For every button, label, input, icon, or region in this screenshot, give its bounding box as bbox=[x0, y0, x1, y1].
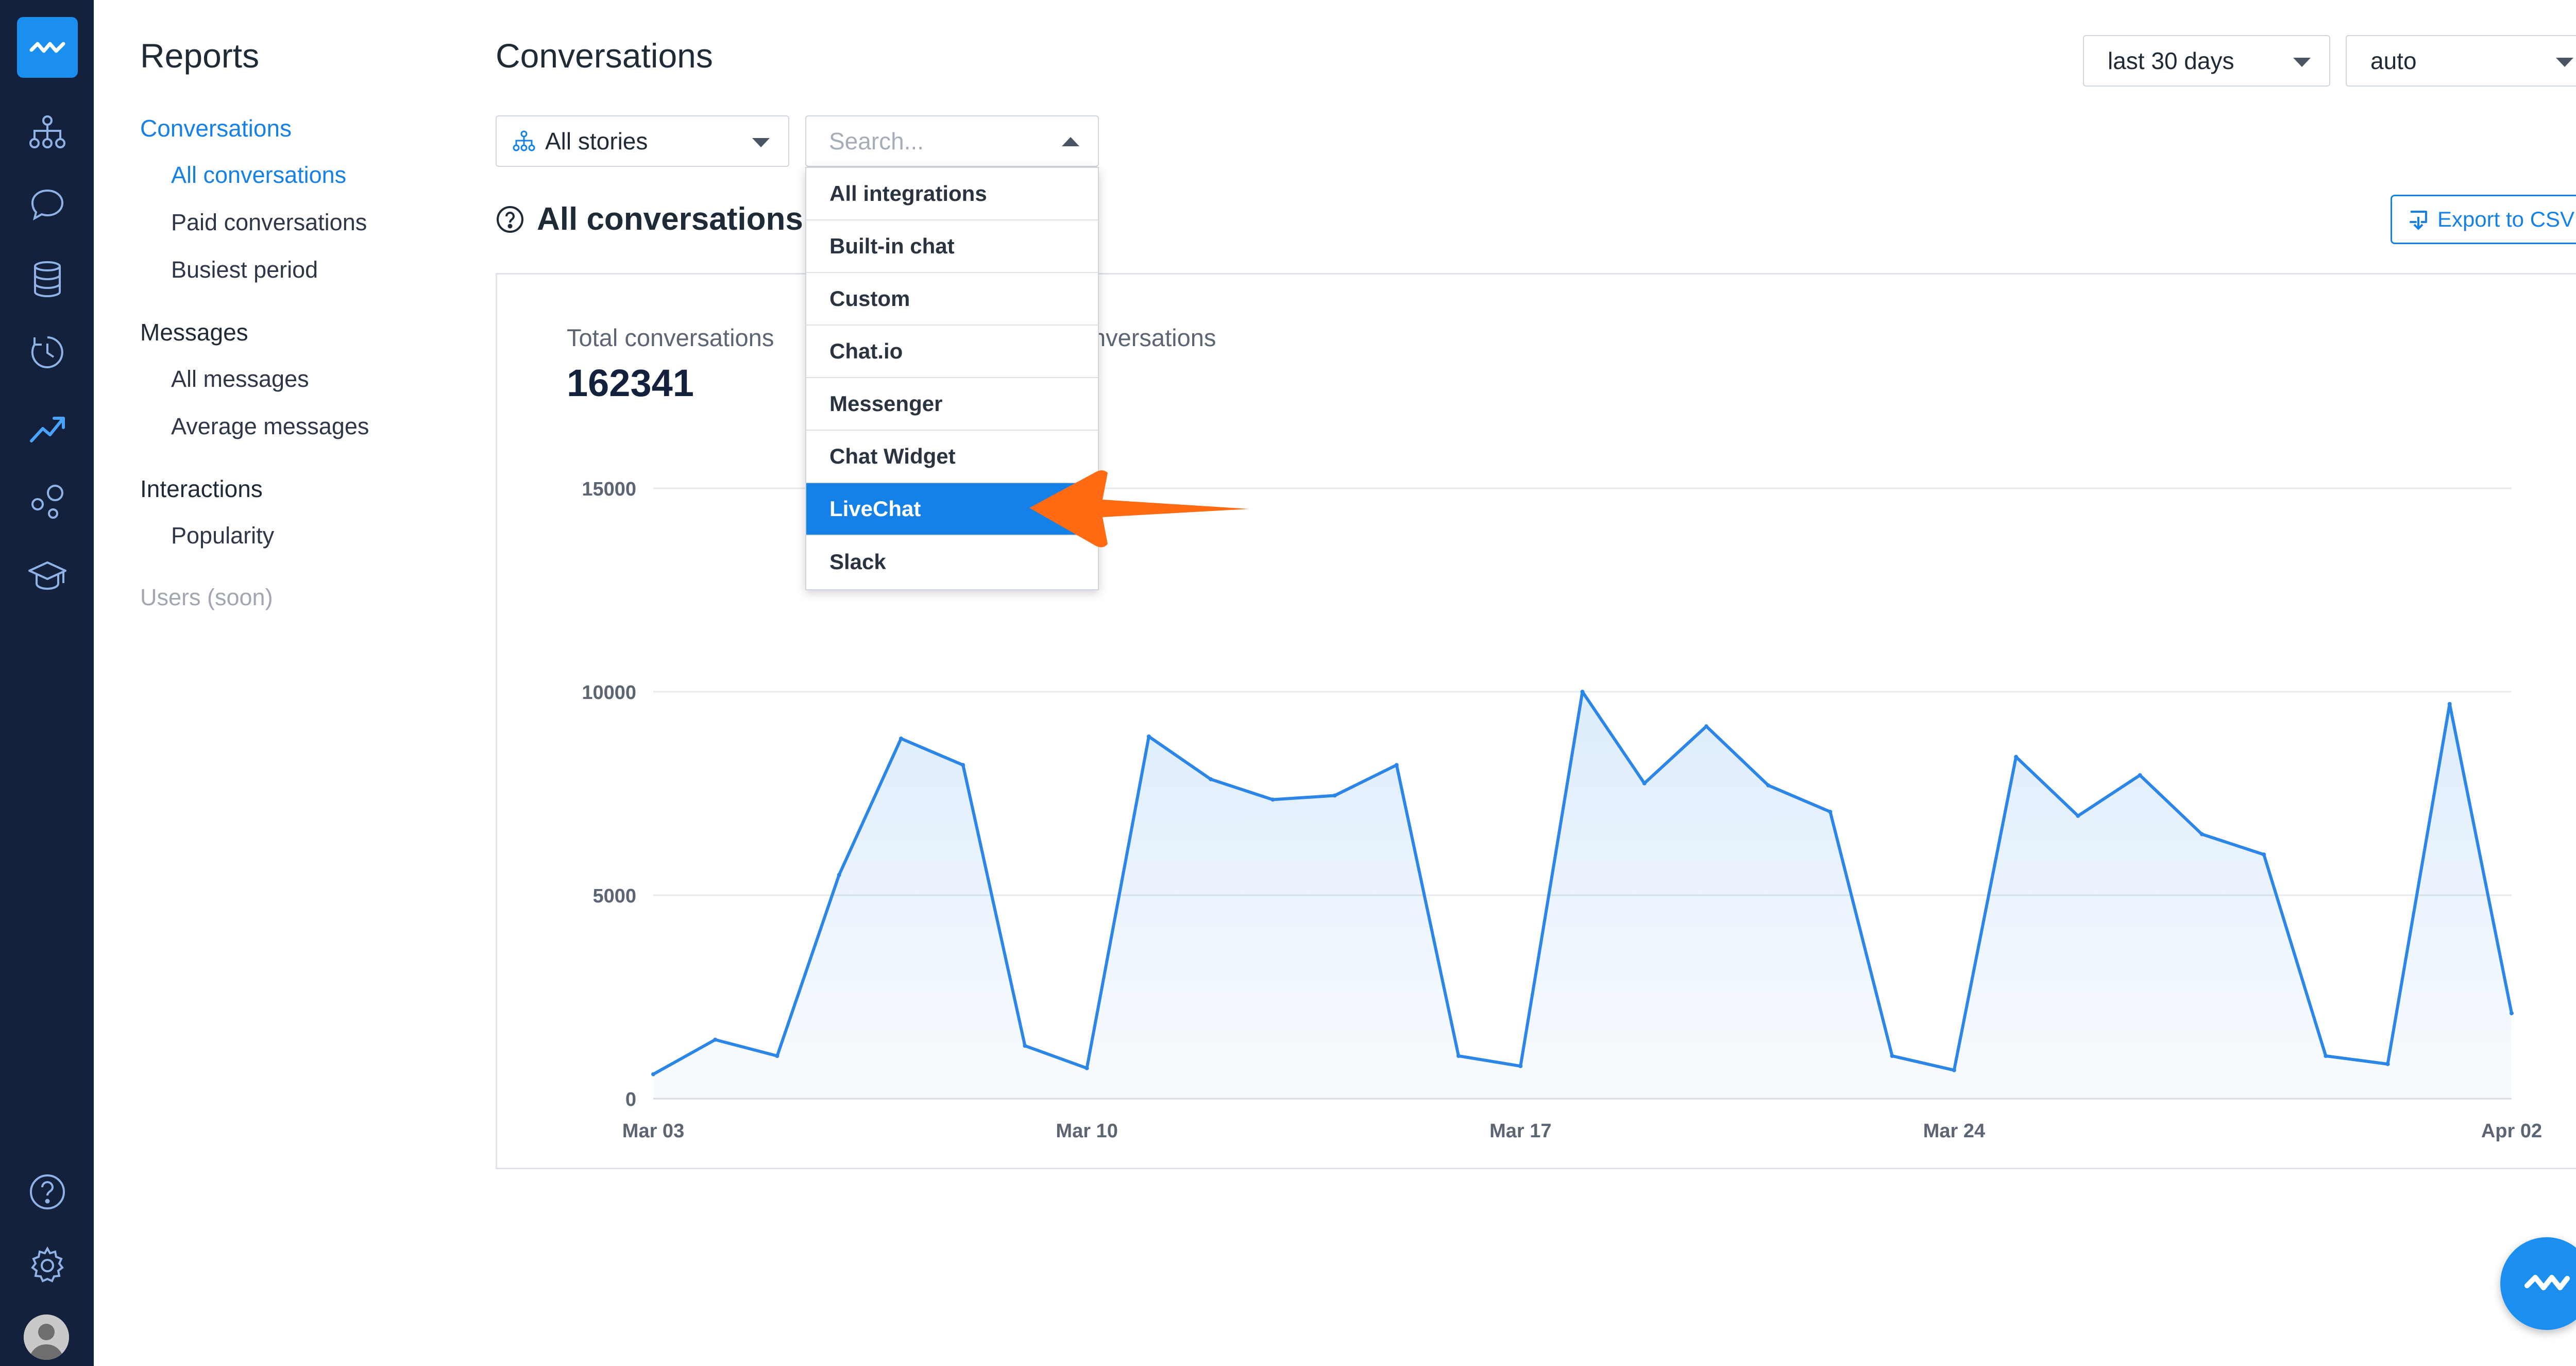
x-tick-label: Apr 02 bbox=[2481, 1120, 2542, 1142]
database-icon[interactable] bbox=[27, 259, 67, 299]
data-point bbox=[899, 736, 903, 741]
app-logo-icon[interactable] bbox=[17, 17, 78, 78]
settings-gear-icon[interactable] bbox=[27, 1245, 67, 1286]
page-title: Conversations bbox=[496, 37, 713, 75]
data-point bbox=[2447, 702, 2452, 706]
chat-wave-icon bbox=[2524, 1275, 2570, 1290]
icon-rail bbox=[0, 0, 94, 1366]
data-point bbox=[2385, 1062, 2390, 1066]
data-point bbox=[2014, 755, 2019, 759]
section-heading: All conversations bbox=[496, 201, 803, 237]
date-range-select[interactable]: last 30 days bbox=[2083, 35, 2330, 87]
sidebar-item-users-soon: Users (soon) bbox=[140, 584, 273, 610]
granularity-select[interactable]: auto bbox=[2346, 35, 2576, 87]
y-tick-label: 5000 bbox=[592, 885, 636, 907]
help-icon[interactable] bbox=[27, 1172, 67, 1212]
chevron-down-icon bbox=[2556, 58, 2573, 67]
chat-launcher-button[interactable] bbox=[2500, 1237, 2576, 1330]
date-range-value: last 30 days bbox=[2108, 47, 2234, 74]
x-tick-label: Mar 03 bbox=[622, 1120, 684, 1142]
data-point bbox=[1704, 724, 1708, 729]
y-tick-label: 15000 bbox=[582, 479, 636, 500]
dropdown-option-chat-io[interactable]: Chat.io bbox=[806, 326, 1098, 378]
x-tick-label: Mar 10 bbox=[1056, 1120, 1117, 1142]
data-point bbox=[2262, 852, 2266, 857]
data-point bbox=[2324, 1054, 2328, 1058]
sidebar-item-all-messages[interactable]: All messages bbox=[171, 366, 309, 392]
integration-search-select[interactable] bbox=[805, 115, 1099, 167]
x-tick-label: Mar 24 bbox=[1923, 1120, 1985, 1142]
integration-search-input[interactable] bbox=[828, 127, 1046, 156]
data-point bbox=[837, 873, 841, 877]
download-icon bbox=[2408, 209, 2429, 230]
data-point bbox=[1394, 763, 1399, 767]
sidebar-item-busiest-period[interactable]: Busiest period bbox=[171, 257, 318, 283]
data-point bbox=[1023, 1044, 1027, 1048]
data-point bbox=[2199, 832, 2204, 836]
dropdown-option-built-in-chat[interactable]: Built-in chat bbox=[806, 220, 1098, 273]
data-point bbox=[1456, 1054, 1461, 1058]
sidebar-item-average-messages[interactable]: Average messages bbox=[171, 413, 369, 440]
data-point bbox=[1270, 797, 1275, 802]
data-point bbox=[1580, 690, 1585, 694]
chevron-up-icon bbox=[1062, 137, 1079, 146]
export-csv-button[interactable]: Export to CSV bbox=[2391, 195, 2576, 244]
integrations-bubbles-icon[interactable] bbox=[27, 482, 67, 522]
data-point bbox=[2138, 773, 2142, 777]
x-tick-label: Mar 17 bbox=[1489, 1120, 1551, 1142]
data-point bbox=[1642, 781, 1647, 786]
data-point bbox=[961, 763, 965, 767]
annotation-arrow-icon bbox=[1029, 470, 1249, 548]
data-point bbox=[1518, 1064, 1523, 1068]
data-point bbox=[1084, 1066, 1089, 1070]
user-avatar[interactable] bbox=[24, 1314, 69, 1360]
dropdown-option-messenger[interactable]: Messenger bbox=[806, 378, 1098, 431]
data-point bbox=[1146, 734, 1151, 739]
data-point bbox=[1766, 783, 1771, 788]
sidebar-section-conversations[interactable]: Conversations bbox=[140, 114, 292, 142]
reports-sidebar: Reports Conversations All conversations … bbox=[94, 0, 485, 1366]
help-circle-icon[interactable] bbox=[496, 205, 524, 234]
data-point bbox=[2076, 813, 2080, 818]
reports-trend-icon[interactable] bbox=[27, 407, 67, 447]
y-tick-label: 10000 bbox=[582, 682, 636, 704]
export-csv-label: Export to CSV bbox=[2437, 207, 2575, 231]
chevron-down-icon bbox=[752, 138, 770, 147]
story-select[interactable]: All stories bbox=[496, 115, 789, 167]
data-point bbox=[713, 1037, 718, 1042]
sidebar-item-all-conversations[interactable]: All conversations bbox=[171, 162, 346, 189]
dropdown-option-all-integrations[interactable]: All integrations bbox=[806, 168, 1098, 220]
data-point bbox=[2510, 1011, 2514, 1016]
sidebar-section-interactions[interactable]: Interactions bbox=[140, 475, 263, 503]
data-point bbox=[651, 1072, 655, 1077]
data-point bbox=[1890, 1054, 1894, 1058]
data-point bbox=[1952, 1068, 1956, 1072]
history-clock-icon[interactable] bbox=[27, 332, 67, 372]
sidebar-section-messages[interactable]: Messages bbox=[140, 318, 248, 346]
data-point bbox=[775, 1054, 779, 1058]
data-point bbox=[1332, 793, 1337, 798]
stories-icon[interactable] bbox=[27, 112, 67, 152]
granularity-value: auto bbox=[2370, 47, 2417, 74]
stories-icon bbox=[512, 129, 536, 153]
story-select-value: All stories bbox=[545, 128, 648, 155]
chevron-down-icon bbox=[2293, 58, 2311, 67]
data-point bbox=[1209, 777, 1213, 781]
chat-bubble-icon[interactable] bbox=[27, 185, 67, 226]
data-point bbox=[1828, 810, 1833, 814]
sidebar-item-popularity[interactable]: Popularity bbox=[171, 522, 274, 549]
y-tick-label: 0 bbox=[625, 1089, 636, 1111]
section-title: All conversations bbox=[537, 201, 803, 237]
academy-cap-icon[interactable] bbox=[27, 555, 67, 595]
dropdown-option-custom[interactable]: Custom bbox=[806, 273, 1098, 326]
sidebar-title: Reports bbox=[140, 37, 260, 75]
sidebar-item-paid-conversations[interactable]: Paid conversations bbox=[171, 209, 367, 236]
